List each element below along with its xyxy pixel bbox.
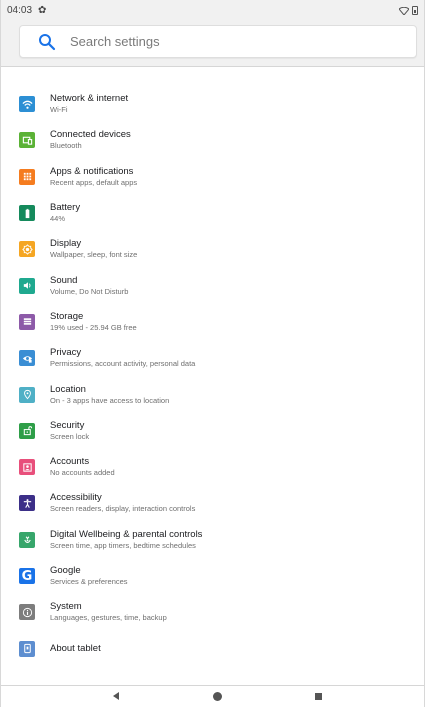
item-title: Storage	[50, 310, 84, 322]
settings-item-accounts[interactable]: Accounts No accounts added	[1, 449, 424, 485]
settings-item-apps[interactable]: Apps & notifications Recent apps, default…	[1, 159, 424, 195]
item-subtitle: Wallpaper, sleep, font size	[50, 250, 138, 260]
info-icon	[19, 604, 35, 621]
battery-status-icon	[412, 6, 418, 15]
item-title: Location	[50, 383, 86, 395]
item-subtitle: Screen lock	[50, 431, 90, 441]
item-subtitle: Bluetooth	[50, 141, 82, 151]
settings-item-location[interactable]: Location On - 3 apps have access to locat…	[1, 376, 424, 412]
privacy-eye-icon	[19, 350, 35, 367]
item-subtitle: 19% used - 25.94 GB free	[50, 322, 137, 332]
home-icon[interactable]	[213, 692, 222, 701]
settings-item-digital-wellbeing[interactable]: Digital Wellbeing & parental controls Scr…	[1, 522, 424, 558]
search-placeholder: Search settings	[70, 34, 160, 49]
storage-icon	[19, 313, 35, 330]
item-title: Network & internet	[50, 93, 129, 105]
settings-item-sound[interactable]: Sound Volume, Do Not Disturb	[1, 267, 424, 303]
item-subtitle: Wi-Fi	[50, 105, 68, 115]
settings-item-network[interactable]: Network & internet Wi-Fi	[1, 86, 424, 122]
settings-item-security[interactable]: Security Screen lock	[1, 413, 424, 449]
item-subtitle: Permissions, account activity, personal …	[50, 359, 196, 369]
item-title: Connected devices	[50, 129, 131, 141]
search-header: Search settings	[1, 21, 424, 67]
gear-icon: ✿	[38, 5, 47, 16]
item-subtitle: 44%	[50, 214, 66, 224]
search-icon	[39, 33, 56, 50]
item-title: Google	[50, 565, 81, 576]
item-title: Security	[50, 419, 85, 431]
status-time: 04:03	[7, 5, 33, 16]
battery-icon	[19, 205, 35, 222]
status-icons	[399, 6, 418, 15]
lock-icon	[19, 422, 35, 439]
item-title: Apps & notifications	[50, 165, 134, 177]
settings-item-system[interactable]: System Languages, gestures, time, backup	[1, 594, 424, 630]
item-subtitle: Screen time, app timers, bedtime schedul…	[50, 540, 196, 550]
settings-item-accessibility[interactable]: Accessibility Screen readers, display, in…	[1, 485, 424, 521]
item-title: Privacy	[50, 347, 82, 359]
settings-item-google[interactable]: G Google Services & preferences	[1, 558, 424, 594]
back-icon[interactable]	[113, 692, 119, 700]
item-title: Sound	[50, 274, 78, 286]
tablet-icon	[19, 640, 35, 657]
apps-grid-icon	[19, 168, 35, 185]
settings-item-storage[interactable]: Storage 19% used - 25.94 GB free	[1, 304, 424, 340]
settings-item-connected-devices[interactable]: Connected devices Bluetooth	[1, 122, 424, 158]
item-subtitle: On - 3 apps have access to location	[50, 395, 170, 405]
wellbeing-icon	[19, 531, 35, 548]
wifi-icon	[19, 96, 35, 113]
settings-screen: 04:03 ✿ Search settings Network & intern…	[0, 0, 425, 707]
item-title: Battery	[50, 202, 81, 214]
volume-icon	[19, 277, 35, 294]
status-bar: 04:03 ✿	[1, 0, 424, 21]
item-title: Accessibility	[50, 492, 102, 504]
item-title: System	[50, 601, 82, 613]
recents-icon[interactable]	[315, 693, 322, 700]
item-title: Digital Wellbeing & parental controls	[50, 528, 203, 540]
item-subtitle: Screen readers, display, interaction con…	[50, 504, 196, 514]
settings-item-display[interactable]: Display Wallpaper, sleep, font size	[1, 231, 424, 267]
item-title: Display	[50, 238, 82, 250]
item-subtitle: Languages, gestures, time, backup	[50, 613, 167, 623]
wifi-status-icon	[399, 6, 409, 15]
item-subtitle: Volume, Do Not Disturb	[50, 286, 129, 296]
search-bar[interactable]: Search settings	[19, 25, 417, 58]
item-title: About tablet	[50, 642, 101, 654]
settings-item-battery[interactable]: Battery 44%	[1, 195, 424, 231]
google-icon: G	[19, 568, 35, 584]
location-pin-icon	[19, 386, 35, 403]
brightness-icon	[19, 241, 35, 258]
settings-item-privacy[interactable]: Privacy Permissions, account activity, pe…	[1, 340, 424, 376]
navigation-bar	[1, 685, 424, 707]
item-subtitle: No accounts added	[50, 468, 115, 478]
devices-icon	[19, 132, 35, 149]
settings-item-about-tablet[interactable]: About tablet	[1, 630, 424, 666]
accessibility-icon	[19, 495, 35, 512]
item-subtitle: Services & preferences	[50, 577, 128, 586]
account-icon	[19, 459, 35, 476]
item-title: Accounts	[50, 456, 90, 468]
item-subtitle: Recent apps, default apps	[50, 177, 138, 187]
settings-list: Network & internet Wi-Fi Connected device…	[1, 86, 424, 667]
